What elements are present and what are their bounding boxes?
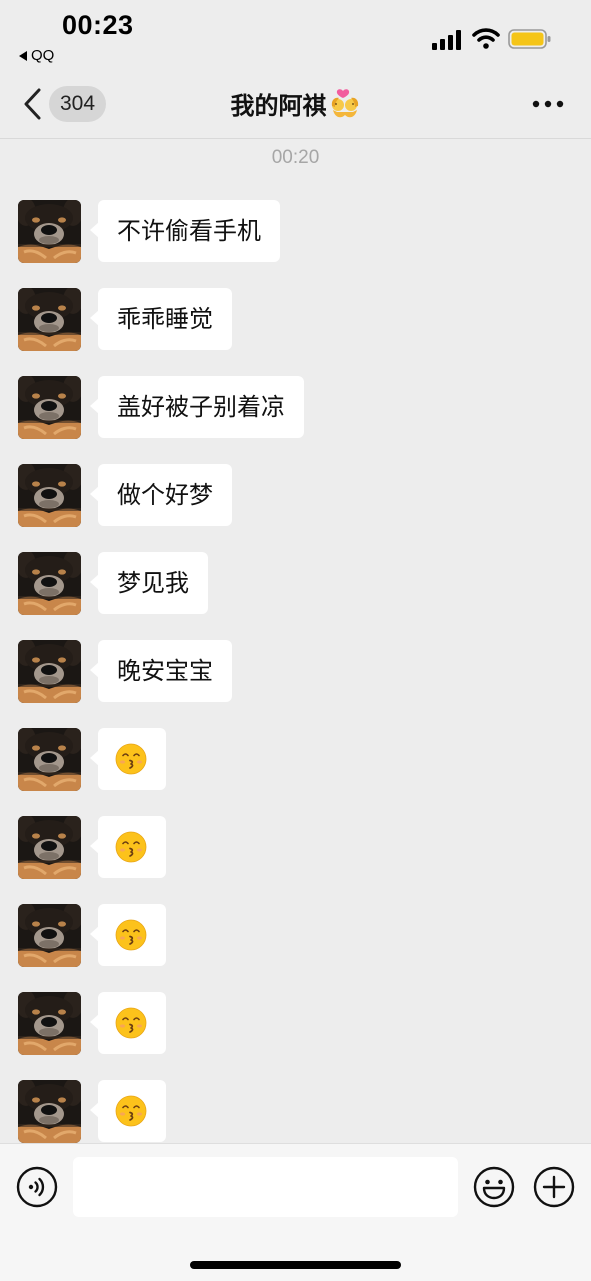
- more-dots-icon[interactable]: [530, 98, 566, 110]
- message-row: [18, 904, 578, 968]
- message-bubble[interactable]: 做个好梦: [90, 464, 232, 526]
- sender-avatar[interactable]: [18, 816, 81, 879]
- emoji-icon[interactable]: [473, 1166, 515, 1208]
- signal-icon: [432, 30, 461, 50]
- status-bar: 00:23 QQ: [0, 0, 591, 70]
- dog-avatar-image: [18, 904, 81, 967]
- chat-title[interactable]: 我的阿祺: [0, 88, 591, 123]
- message-row: 梦见我: [18, 552, 578, 616]
- back-to-app-link[interactable]: QQ: [19, 47, 54, 64]
- emoji-message-bubble[interactable]: [90, 992, 166, 1054]
- chat-header: 304 我的阿祺: [0, 70, 591, 139]
- kissing-face-emoji-icon: [115, 1007, 147, 1039]
- sender-avatar[interactable]: [18, 464, 81, 527]
- message-row: [18, 992, 578, 1056]
- dog-avatar-image: [18, 816, 81, 879]
- message-row: [18, 816, 578, 880]
- voice-icon[interactable]: [16, 1166, 58, 1208]
- dog-avatar-image: [18, 728, 81, 791]
- kissing-face-emoji-icon: [115, 831, 147, 863]
- sender-avatar[interactable]: [18, 904, 81, 967]
- message-row: 晚安宝宝: [18, 640, 578, 704]
- wifi-icon: [472, 28, 500, 49]
- sender-avatar[interactable]: [18, 376, 81, 439]
- sender-avatar[interactable]: [18, 288, 81, 351]
- dog-avatar-image: [18, 288, 81, 351]
- dog-avatar-image: [18, 640, 81, 703]
- message-row: 做个好梦: [18, 464, 578, 528]
- sender-avatar[interactable]: [18, 200, 81, 263]
- status-time: 00:23: [62, 10, 134, 40]
- back-triangle-icon: [19, 50, 27, 61]
- message-row: 乖乖睡觉: [18, 288, 578, 352]
- sender-avatar[interactable]: [18, 640, 81, 703]
- message-row: 盖好被子别着凉: [18, 376, 578, 440]
- dog-avatar-image: [18, 1080, 81, 1143]
- home-indicator[interactable]: [190, 1261, 401, 1269]
- sender-avatar[interactable]: [18, 728, 81, 791]
- plus-icon[interactable]: [533, 1166, 575, 1208]
- message-row: [18, 728, 578, 792]
- kissing-face-emoji-icon: [115, 1095, 147, 1127]
- dog-avatar-image: [18, 464, 81, 527]
- message-row: [18, 1080, 578, 1143]
- sender-avatar[interactable]: [18, 552, 81, 615]
- message-bubble[interactable]: 盖好被子别着凉: [90, 376, 304, 438]
- emoji-message-bubble[interactable]: [90, 816, 166, 878]
- message-bubble[interactable]: 乖乖睡觉: [90, 288, 232, 350]
- emoji-message-bubble[interactable]: [90, 904, 166, 966]
- message-list[interactable]: 00:20 不许偷看手机 乖乖睡觉 盖好被子别着凉 做个好梦 梦见我 晚安宝宝: [0, 139, 591, 1143]
- dog-avatar-image: [18, 552, 81, 615]
- couple-with-heart-emoji-icon: [331, 89, 358, 118]
- battery-icon: [508, 29, 551, 49]
- emoji-message-bubble[interactable]: [90, 1080, 166, 1142]
- kissing-face-emoji-icon: [115, 919, 147, 951]
- message-bubble[interactable]: 梦见我: [90, 552, 208, 614]
- message-input[interactable]: [73, 1157, 458, 1217]
- input-bar: [0, 1143, 591, 1281]
- message-row: 不许偷看手机: [18, 200, 578, 264]
- message-timestamp: 00:20: [271, 147, 320, 168]
- message-bubble[interactable]: 晚安宝宝: [90, 640, 232, 702]
- chat-title-text: 我的阿祺: [230, 92, 327, 120]
- message-bubble[interactable]: 不许偷看手机: [90, 200, 280, 262]
- dog-avatar-image: [18, 200, 81, 263]
- kissing-face-emoji-icon: [115, 743, 147, 775]
- back-app-label: QQ: [31, 47, 55, 64]
- sender-avatar[interactable]: [18, 992, 81, 1055]
- sender-avatar[interactable]: [18, 1080, 81, 1143]
- dog-avatar-image: [18, 992, 81, 1055]
- emoji-message-bubble[interactable]: [90, 728, 166, 790]
- dog-avatar-image: [18, 376, 81, 439]
